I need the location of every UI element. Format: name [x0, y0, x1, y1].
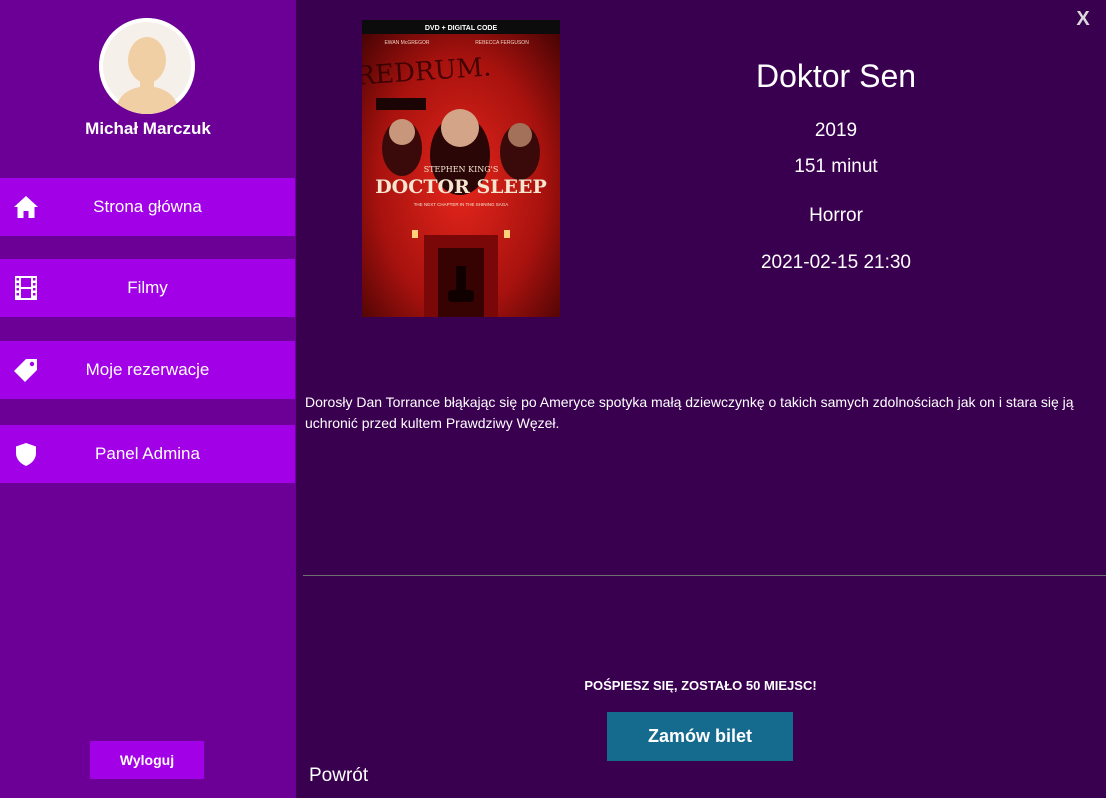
svg-text:THE NEXT CHAPTER IN THE SHININ: THE NEXT CHAPTER IN THE SHINING SAGA — [414, 202, 509, 207]
close-button[interactable]: X — [1068, 4, 1098, 34]
seats-remaining-warning: POŚPIESZ SIĘ, ZOSTAŁO 50 MIEJSC! — [584, 678, 817, 693]
user-avatar-icon — [99, 18, 195, 114]
sidebar-item-label: Moje rezerwacje — [85, 360, 210, 379]
svg-text:STEPHEN KING'S: STEPHEN KING'S — [424, 165, 499, 174]
movie-description: Dorosły Dan Torrance błąkając się po Ame… — [305, 394, 1074, 431]
movie-screening-datetime: 2021-02-15 21:30 — [760, 252, 911, 273]
svg-text:EWAN McGREGOR: EWAN McGREGOR — [384, 40, 429, 46]
movie-duration: 151 minut — [794, 156, 878, 177]
movie-genre: Horror — [809, 205, 863, 226]
order-ticket-button[interactable]: Zamów bilet — [607, 712, 793, 761]
back-link[interactable]: Powrót — [309, 765, 368, 787]
sidebar-item-films[interactable]: Filmy — [0, 259, 295, 317]
movie-poster: DVD + DIGITAL CODE EWAN McGREGOR REBECCA… — [362, 20, 560, 317]
sidebar-item-label: Strona główna — [93, 197, 202, 216]
svg-text:DVD + DIGITAL CODE: DVD + DIGITAL CODE — [425, 25, 498, 32]
svg-text:REBECCA FERGUSON: REBECCA FERGUSON — [475, 40, 529, 46]
svg-text:DOCTOR SLEEP: DOCTOR SLEEP — [375, 176, 547, 198]
movie-year: 2019 — [814, 120, 858, 141]
user-name: Michał Marczuk — [85, 119, 211, 138]
poster-image: DVD + DIGITAL CODE EWAN McGREGOR REBECCA… — [362, 20, 560, 317]
avatar — [99, 18, 195, 114]
divider — [303, 575, 1106, 576]
logout-button[interactable]: Wyloguj — [90, 741, 204, 779]
sidebar-item-reservations[interactable]: Moje rezerwacje — [0, 341, 295, 399]
sidebar: Michał Marczuk Strona główna Filmy Moje … — [0, 0, 296, 798]
sidebar-item-admin[interactable]: Panel Admina — [0, 425, 295, 483]
sidebar-item-label: Filmy — [127, 278, 168, 297]
movie-title: Doktor Sen — [755, 58, 917, 94]
sidebar-item-label: Panel Admina — [95, 444, 200, 463]
sidebar-item-home[interactable]: Strona główna — [0, 178, 295, 236]
